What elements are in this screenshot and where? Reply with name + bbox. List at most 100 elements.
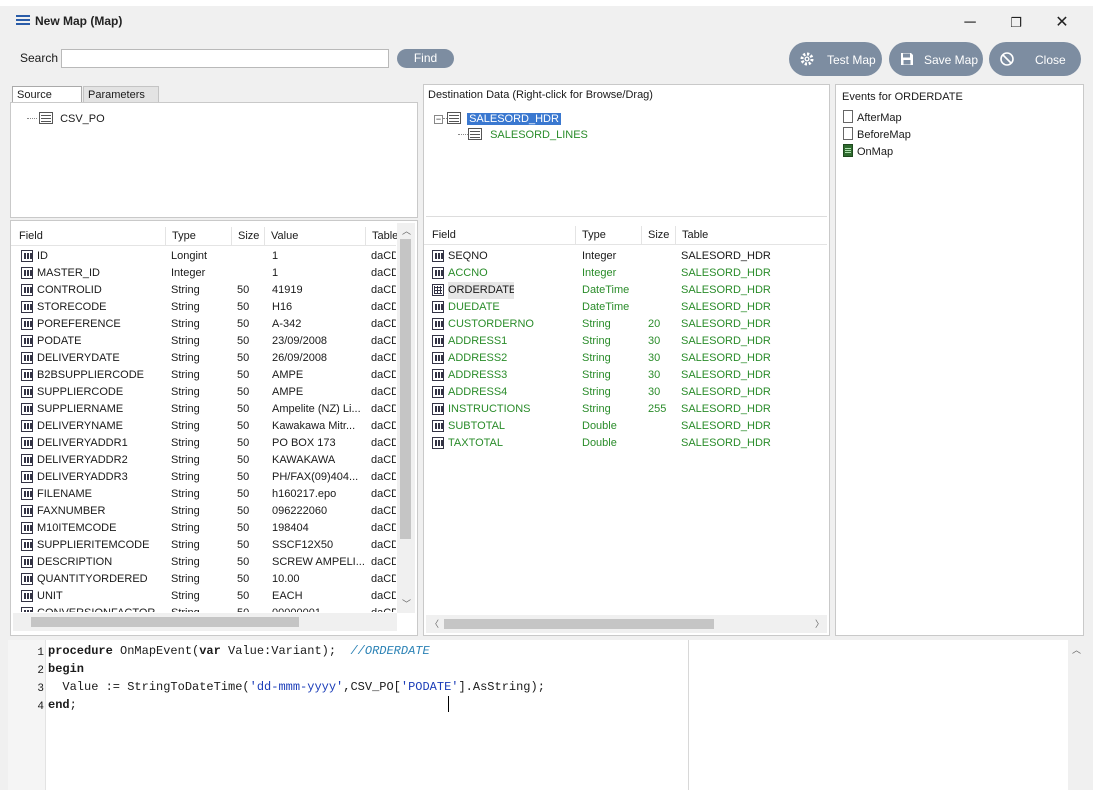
event-label: OnMap	[857, 146, 894, 158]
source-horizontal-scrollbar[interactable]	[13, 613, 397, 631]
events-panel: Events for ORDERDATE AfterMap BeforeMap On…	[835, 84, 1084, 636]
table-row[interactable]: FILENAME String 50 h160217.epo daCD	[11, 486, 396, 503]
editor-vertical-scrollbar[interactable]: ︿	[1068, 640, 1084, 790]
table-row[interactable]: ADDRESS3 String 30 SALESORD_HDR	[424, 367, 824, 384]
field-value: EACH	[272, 590, 303, 602]
maximize-button[interactable]: ❐	[996, 12, 1036, 34]
field-type: String	[171, 284, 200, 296]
field-field: ADDRESS1	[448, 335, 508, 347]
table-row[interactable]: M10ITEMCODE String 50 198404 daCD	[11, 520, 396, 537]
table-row[interactable]: SUBTOTAL Double SALESORD_HDR	[424, 418, 824, 435]
field-icon	[21, 505, 33, 517]
table-row[interactable]: FAXNUMBER String 50 096222060 daCD	[11, 503, 396, 520]
table-row[interactable]: DUEDATE DateTime SALESORD_HDR	[424, 299, 824, 316]
destination-horizontal-scrollbar[interactable]: 〈 〉	[426, 615, 827, 633]
close-window-button[interactable]: ✕	[1042, 12, 1082, 34]
event-item-aftermap[interactable]: AfterMap	[843, 110, 902, 126]
table-row[interactable]: DELIVERYADDR3 String 50 PH/FAX(09)404... daC…	[11, 469, 396, 486]
app-menu-icon[interactable]	[16, 15, 30, 27]
table-row[interactable]: ACCNO Integer SALESORD_HDR	[424, 265, 824, 282]
table-row[interactable]: SUPPLIERCODE String 50 AMPE daCD	[11, 384, 396, 401]
table-row[interactable]: SEQNO Integer SALESORD_HDR	[424, 248, 824, 265]
table-row[interactable]: CUSTORDERNO String 20 SALESORD_HDR	[424, 316, 824, 333]
field-icon	[21, 386, 33, 398]
table-row[interactable]: ADDRESS4 String 30 SALESORD_HDR	[424, 384, 824, 401]
table-row[interactable]: ID Longint 1 daCD	[11, 248, 396, 265]
tree-item-csv-po[interactable]: CSV_PO	[27, 112, 105, 126]
table-row[interactable]: DESCRIPTION String 50 SCREW AMPELI... daCD	[11, 554, 396, 571]
table-row[interactable]: B2BSUPPLIERCODE String 50 AMPE daCD	[11, 367, 396, 384]
tree-item-salesord-hdr[interactable]: − SALESORD_HDR	[434, 112, 561, 126]
field-icon	[432, 369, 444, 381]
source-fields-grid: Field Type Size Value Table ID Longint 1 da…	[10, 220, 418, 636]
code-line[interactable]: begin	[48, 660, 84, 678]
table-row[interactable]: ADDRESS2 String 30 SALESORD_HDR	[424, 350, 824, 367]
table-row[interactable]: QUANTITYORDERED String 50 10.00 daCD	[11, 571, 396, 588]
field-icon	[432, 250, 444, 262]
search-input[interactable]	[61, 49, 389, 68]
table-row[interactable]: PODATE String 50 23/09/2008 daCD	[11, 333, 396, 350]
field-name: UNIT	[37, 590, 63, 602]
table-row[interactable]: DELIVERYADDR2 String 50 KAWAKAWA daCD	[11, 452, 396, 469]
scroll-thumb[interactable]	[400, 239, 411, 539]
source-vertical-scrollbar[interactable]: ︿ ﹀	[397, 223, 415, 613]
table-row[interactable]: ORDERDATE DateTime SALESORD_HDR	[424, 282, 824, 299]
table-row[interactable]: DELIVERYADDR1 String 50 PO BOX 173 daCD	[11, 435, 396, 452]
col-header-type[interactable]: Type	[166, 227, 232, 246]
table-row[interactable]: POREFERENCE String 50 A-342 daCD	[11, 316, 396, 333]
collapse-icon[interactable]: −	[434, 115, 443, 124]
field-value: SCREW AMPELI...	[272, 556, 364, 568]
table-row[interactable]: SUPPLIERITEMCODE String 50 SSCF12X50 daCD	[11, 537, 396, 554]
col-header-size[interactable]: Size	[232, 227, 265, 246]
table-row[interactable]: CONVERSIONFACTOR String 50 00000001 daCD	[11, 605, 396, 612]
code-line[interactable]: Value := StringToDateTime('dd-mmm-yyyy',…	[48, 678, 545, 696]
minimize-button[interactable]: ─	[950, 12, 990, 34]
field-icon	[432, 420, 444, 432]
col-header-value[interactable]: Value	[265, 227, 366, 246]
find-button[interactable]: Find	[397, 49, 454, 68]
field-field: ADDRESS2	[448, 352, 508, 364]
field-name: FILENAME	[37, 488, 93, 500]
table-row[interactable]: SUPPLIERNAME String 50 Ampelite (NZ) Li... d…	[11, 401, 396, 418]
table-row[interactable]: DELIVERYNAME String 50 Kawakawa Mitr... daCD	[11, 418, 396, 435]
close-button[interactable]: Close	[989, 42, 1081, 76]
table-row[interactable]: ADDRESS1 String 30 SALESORD_HDR	[424, 333, 824, 350]
table-row[interactable]: TAXTOTAL Double SALESORD_HDR	[424, 435, 824, 452]
code-line[interactable]: procedure OnMapEvent(var Value:Variant);…	[48, 642, 430, 660]
save-map-button[interactable]: Save Map	[889, 42, 983, 76]
tab-source-data[interactable]: Source Data	[12, 86, 82, 117]
field-value: Kawakawa Mitr...	[272, 420, 356, 432]
scroll-thumb[interactable]	[31, 617, 299, 627]
field-icon	[21, 556, 33, 568]
table-row[interactable]: STORECODE String 50 H16 daCD	[11, 299, 396, 316]
col-header-table[interactable]: Table	[676, 226, 827, 245]
col-header-size[interactable]: Size	[642, 226, 676, 245]
table-row[interactable]: CONTROLID String 50 41919 daCD	[11, 282, 396, 299]
table-row[interactable]: DELIVERYDATE String 50 26/09/2008 daCD	[11, 350, 396, 367]
col-header-table[interactable]: Table	[366, 227, 398, 246]
scroll-thumb[interactable]	[444, 619, 714, 629]
test-map-button[interactable]: Test Map	[789, 42, 882, 76]
event-item-onmap[interactable]: OnMap	[843, 144, 893, 160]
event-item-beforemap[interactable]: BeforeMap	[843, 127, 911, 143]
field-icon	[21, 437, 33, 449]
field-size: 50	[237, 605, 265, 612]
field-name: SUPPLIERCODE	[37, 386, 124, 398]
source-grid-header: Field Type Size Value Table	[11, 227, 398, 246]
table-row[interactable]: UNIT String 50 EACH daCD	[11, 588, 396, 605]
field-table: daCD	[371, 284, 396, 296]
field-table: daCD	[371, 318, 396, 330]
col-header-field[interactable]: Field	[13, 227, 166, 246]
field-field: TAXTOTAL	[448, 437, 504, 449]
tab-parameters[interactable]: Parameters	[83, 86, 159, 103]
code-editor[interactable]: 1 2 3 4 procedure OnMapEvent(var Value:Vari…	[8, 640, 1084, 790]
field-size: 50	[237, 505, 250, 517]
col-header-field[interactable]: Field	[426, 226, 576, 245]
col-header-type[interactable]: Type	[576, 226, 642, 245]
code-line[interactable]: end;	[48, 696, 77, 714]
table-row[interactable]: INSTRUCTIONS String 255 SALESORD_HDR	[424, 401, 824, 418]
tree-item-salesord-lines[interactable]: SALESORD_LINES	[458, 128, 588, 142]
table-row[interactable]: MASTER_ID Integer 1 daCD	[11, 265, 396, 282]
field-type: Integer	[171, 267, 206, 279]
field-table: daCD	[371, 539, 396, 551]
